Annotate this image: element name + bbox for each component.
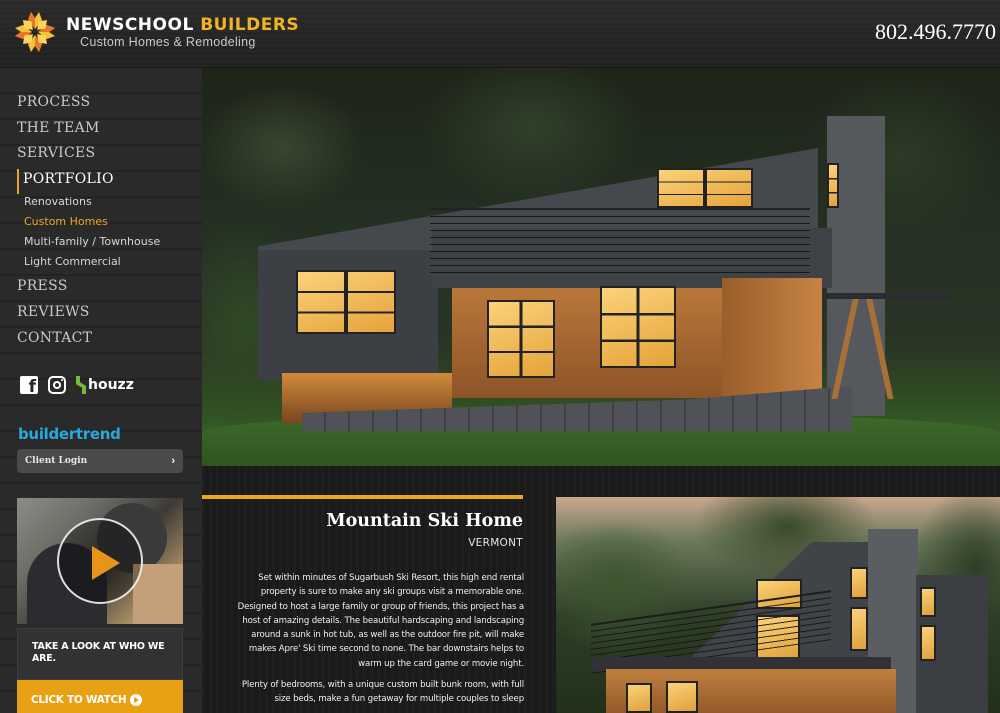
photo-window: [600, 286, 676, 368]
play-button[interactable]: [57, 518, 143, 604]
project-photo-secondary: [556, 497, 1000, 713]
sidebar: PROCESS THE TEAM SERVICES PORTFOLIO Reno…: [0, 68, 202, 713]
hero-photo-house: [202, 68, 1000, 466]
play-circle-icon: [130, 694, 143, 706]
nav-item-press[interactable]: PRESS: [17, 276, 160, 302]
phone-number-link[interactable]: 802.496.7770: [875, 19, 996, 45]
houzz-link[interactable]: houzz: [76, 376, 134, 394]
click-to-watch-label: CLICK TO WATCH: [31, 694, 127, 706]
portfolio-subnav: Renovations Custom Homes Multi-family / …: [24, 192, 160, 272]
nav-item-services[interactable]: SERVICES: [17, 143, 160, 169]
photo-window: [920, 625, 936, 661]
project-description: Set within minutes of Sugarbush Ski Reso…: [232, 571, 525, 713]
video-thumbnail[interactable]: [17, 498, 183, 624]
subnav-item-custom-homes[interactable]: Custom Homes: [24, 212, 160, 232]
social-links: f houzz: [20, 376, 134, 397]
buildertrend-logo: buildertrend: [18, 425, 121, 443]
photo-window: [296, 270, 396, 334]
accent-divider: [202, 495, 523, 499]
brand-name-primary: NEWSCHOOL: [66, 15, 194, 35]
nav-item-process[interactable]: PROCESS: [17, 92, 160, 118]
photo-window: [920, 587, 936, 617]
nav-item-portfolio[interactable]: PORTFOLIO: [17, 168, 160, 195]
nav-item-reviews[interactable]: REVIEWS: [17, 302, 160, 328]
video-caption: TAKE A LOOK AT WHO WE ARE.: [17, 628, 183, 680]
main-nav: PROCESS THE TEAM SERVICES PORTFOLIO Reno…: [17, 92, 160, 353]
video-caption-text: TAKE A LOOK AT WHO WE ARE.: [32, 641, 165, 664]
subnav-item-renovations[interactable]: Renovations: [24, 192, 160, 212]
logo-star-icon: [15, 12, 55, 52]
photo-window: [487, 300, 555, 378]
click-to-watch-button[interactable]: CLICK TO WATCH: [17, 680, 183, 713]
project-paragraph: Set within minutes of Sugarbush Ski Reso…: [237, 573, 525, 669]
facebook-icon[interactable]: f: [20, 376, 38, 397]
nav-item-the-team[interactable]: THE TEAM: [17, 118, 160, 144]
chevron-right-icon: ›: [171, 455, 175, 467]
photo-window: [827, 163, 839, 208]
facebook-glyph: f: [28, 377, 36, 397]
brand-tagline: Custom Homes & Remodeling: [80, 35, 256, 49]
photo-window: [850, 567, 868, 599]
client-login-label: Client Login: [25, 456, 88, 466]
photo-window: [626, 683, 652, 713]
play-icon: [92, 546, 120, 580]
photo-balcony-railing: [430, 208, 810, 278]
project-section: Mountain Ski Home VERMONT Set within min…: [202, 466, 1000, 713]
instagram-icon[interactable]: [48, 376, 66, 394]
brand-logo[interactable]: NEWSCHOOL BUILDERS Custom Homes & Remode…: [10, 8, 299, 56]
project-paragraph: Plenty of bedrooms, with a unique custom…: [241, 680, 524, 705]
nav-item-contact[interactable]: CONTACT: [17, 328, 160, 354]
subnav-item-multi-family[interactable]: Multi-family / Townhouse: [24, 232, 160, 252]
portfolio-subnav-wrapper: Renovations Custom Homes Multi-family / …: [17, 192, 160, 272]
photo-window: [657, 168, 753, 208]
project-title: Mountain Ski Home: [326, 511, 523, 531]
photo-window: [666, 681, 698, 713]
houzz-icon: [76, 376, 86, 394]
houzz-label: houzz: [88, 377, 134, 393]
site-header: NEWSCHOOL BUILDERS Custom Homes & Remode…: [0, 0, 1000, 68]
client-login-button[interactable]: Client Login ›: [17, 449, 183, 473]
brand-name-secondary: BUILDERS: [200, 15, 300, 35]
photo-window: [850, 607, 868, 651]
brand-name: NEWSCHOOL BUILDERS: [66, 15, 299, 35]
project-location: VERMONT: [468, 537, 523, 549]
photo-wood-siding-side: [722, 278, 822, 398]
photo-porch: [822, 293, 952, 403]
subnav-item-light-commercial[interactable]: Light Commercial: [24, 252, 160, 272]
